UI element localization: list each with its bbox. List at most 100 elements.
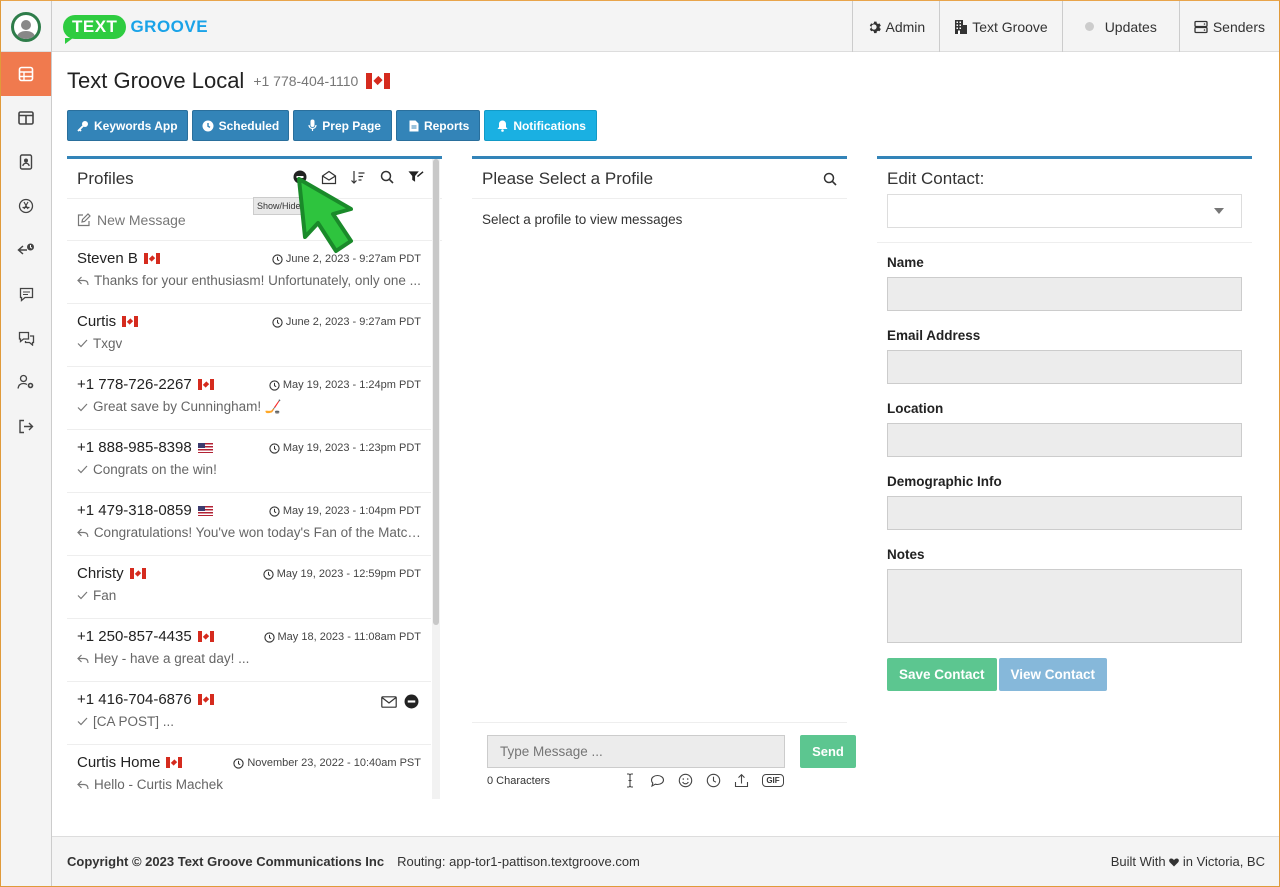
name-field[interactable] bbox=[887, 277, 1242, 311]
scheduled-button[interactable]: Scheduled bbox=[191, 110, 290, 141]
profile-last-message: Hello - Curtis Machek bbox=[77, 777, 421, 792]
canada-flag-icon bbox=[197, 379, 214, 390]
top-bar: TEXT GROOVE Admin Text Groove Updates Se… bbox=[1, 1, 1279, 52]
text-groove-menu[interactable]: Text Groove bbox=[939, 1, 1061, 52]
compose-tools: GIF bbox=[622, 773, 784, 788]
microphone-icon bbox=[308, 119, 317, 131]
text-groove-logo[interactable]: TEXT GROOVE bbox=[63, 11, 209, 44]
profile-message-text: Hello - Curtis Machek bbox=[94, 777, 224, 792]
profile-name-row: +1 416-704-6876 bbox=[77, 691, 421, 708]
reply-icon bbox=[77, 276, 89, 285]
contact-form: Name Email Address Location Demographic … bbox=[877, 242, 1252, 691]
sidebar-item-messages[interactable] bbox=[1, 272, 51, 316]
prep-page-button[interactable]: Prep Page bbox=[293, 110, 392, 141]
logo-word: GROOVE bbox=[130, 17, 209, 36]
profile-name: Steven B bbox=[77, 250, 138, 267]
profile-row[interactable]: Curtis June 2, 2023 - 9:27am PDT Txgv bbox=[67, 304, 431, 367]
page-header: Text Groove Local +1 778-404-1110 bbox=[67, 68, 391, 94]
key-icon bbox=[77, 120, 88, 132]
profile-date-text: May 19, 2023 - 12:59pm PDT bbox=[276, 568, 421, 580]
profile-row[interactable]: Christy May 19, 2023 - 12:59pm PDT Fan bbox=[67, 556, 431, 619]
keywords-app-label: Keywords App bbox=[94, 118, 178, 133]
reply-icon bbox=[77, 654, 89, 663]
sidebar-item-user-settings[interactable] bbox=[1, 360, 51, 404]
profile-row[interactable]: +1 479-318-0859 May 19, 2023 - 1:04pm PDT… bbox=[67, 493, 431, 556]
profile-last-message: Txgv bbox=[77, 336, 421, 351]
profile-row[interactable]: +1 778-726-2267 May 19, 2023 - 1:24pm PDT… bbox=[67, 367, 431, 430]
profile-message-text: Txgv bbox=[93, 336, 123, 351]
notifications-label: Notifications bbox=[513, 118, 586, 133]
toolbar: Keywords App Scheduled Prep Page Reports… bbox=[67, 110, 597, 141]
compose-area: Send 0 Characters bbox=[472, 722, 856, 800]
gear-icon bbox=[869, 21, 881, 33]
envelope-icon[interactable] bbox=[381, 695, 397, 708]
notifications-button[interactable]: Notifications bbox=[484, 110, 597, 141]
profile-row[interactable]: Curtis Home November 23, 2022 - 10:40am P… bbox=[67, 745, 431, 797]
send-button[interactable]: Send bbox=[800, 735, 856, 768]
sidebar-item-dashboard[interactable] bbox=[1, 52, 51, 96]
sidebar-item-sign-out[interactable] bbox=[1, 404, 51, 448]
sidebar-item-columns[interactable] bbox=[1, 96, 51, 140]
user-avatar-button[interactable] bbox=[1, 1, 52, 52]
page-title: Text Groove Local bbox=[67, 68, 245, 93]
contacts-book-icon bbox=[19, 154, 33, 170]
keywords-app-button[interactable]: Keywords App bbox=[67, 110, 188, 141]
upload-button[interactable] bbox=[734, 773, 749, 788]
sidebar-item-contacts[interactable] bbox=[1, 140, 51, 184]
profile-message-text: Congratulations! You've won today's Fan … bbox=[93, 525, 421, 540]
us-flag-icon bbox=[197, 442, 213, 453]
profile-date: May 18, 2023 - 11:08am PDT bbox=[263, 631, 421, 643]
gif-button[interactable]: GIF bbox=[762, 773, 784, 788]
contact-select[interactable] bbox=[887, 194, 1242, 228]
filter-button[interactable] bbox=[408, 169, 424, 185]
chat-bubbles-icon bbox=[18, 331, 34, 346]
schedule-button[interactable] bbox=[706, 773, 721, 788]
profile-row[interactable]: +1 888-985-8398 May 19, 2023 - 1:23pm PDT… bbox=[67, 430, 431, 493]
demographic-field[interactable] bbox=[887, 496, 1242, 530]
reports-button[interactable]: Reports bbox=[395, 110, 481, 141]
profile-message-text: Congrats on the win! bbox=[93, 462, 217, 477]
comment-button[interactable] bbox=[650, 773, 665, 788]
profile-last-message: Congrats on the win! bbox=[77, 462, 421, 477]
sidebar-item-scheduled-replies[interactable] bbox=[1, 228, 51, 272]
check-icon bbox=[77, 339, 88, 348]
notes-field[interactable] bbox=[887, 569, 1242, 643]
profile-name: +1 888-985-8398 bbox=[77, 439, 192, 456]
admin-menu[interactable]: Admin bbox=[851, 1, 940, 52]
check-icon bbox=[77, 465, 88, 474]
columns-icon bbox=[18, 111, 34, 125]
conversation-search-button[interactable] bbox=[823, 171, 837, 191]
emoji-button[interactable] bbox=[678, 773, 693, 788]
senders-menu[interactable]: Senders bbox=[1178, 1, 1279, 52]
minus-circle-icon[interactable] bbox=[404, 694, 419, 709]
filter-icon bbox=[408, 171, 424, 182]
upload-icon bbox=[734, 773, 749, 788]
updates-menu[interactable]: Updates bbox=[1061, 1, 1179, 52]
message-input[interactable] bbox=[487, 735, 785, 768]
profiles-scroll-thumb[interactable] bbox=[433, 159, 439, 625]
profile-row[interactable]: +1 416-704-6876 [CA POST] ... bbox=[67, 682, 431, 745]
heart-icon bbox=[1169, 858, 1180, 867]
conversation-title: Please Select a Profile bbox=[482, 168, 654, 188]
name-label: Name bbox=[887, 255, 924, 270]
save-contact-button[interactable]: Save Contact bbox=[887, 658, 997, 691]
search-icon bbox=[823, 172, 837, 186]
profile-name: Curtis Home bbox=[77, 754, 161, 771]
text-cursor-button[interactable] bbox=[622, 773, 637, 788]
user-settings-icon bbox=[17, 374, 34, 389]
location-field[interactable] bbox=[887, 423, 1242, 457]
copyright-text: Copyright © 2023 Text Groove Communicati… bbox=[67, 854, 385, 869]
sidebar-item-apps[interactable] bbox=[1, 184, 51, 228]
sidebar-item-chats[interactable] bbox=[1, 316, 51, 360]
profile-row[interactable]: +1 250-857-4435 May 18, 2023 - 11:08am PD… bbox=[67, 619, 431, 682]
sign-out-icon bbox=[19, 419, 34, 433]
built-location-label: in Victoria, BC bbox=[1182, 854, 1265, 869]
view-contact-button[interactable]: View Contact bbox=[998, 658, 1108, 691]
email-field[interactable] bbox=[887, 350, 1242, 384]
contact-title: Edit Contact: bbox=[887, 169, 985, 188]
canada-flag-icon bbox=[197, 694, 214, 705]
profile-last-message: Fan bbox=[77, 588, 421, 603]
profile-date-text: May 19, 2023 - 1:04pm PDT bbox=[282, 505, 421, 517]
dashboard-icon bbox=[18, 66, 34, 82]
profile-last-message: [CA POST] ... bbox=[77, 714, 421, 729]
